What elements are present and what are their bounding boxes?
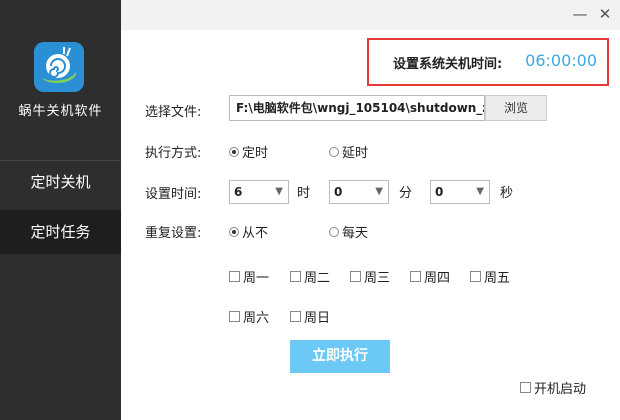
day-checkbox-tue[interactable]: 周二 <box>290 267 330 286</box>
day-label: 周四 <box>424 271 451 286</box>
day-label: 周五 <box>484 271 511 286</box>
repeat-label: 重复设置: <box>145 226 202 241</box>
hour-unit: 时 <box>297 186 311 201</box>
exec-mode-delay-radio[interactable]: 延时 <box>329 142 368 161</box>
radio-label: 每天 <box>342 226 369 241</box>
set-time-label: 设置时间: <box>145 187 202 202</box>
file-path-input[interactable]: F:\电脑软件包\wngj_105104\shutdown_zca <box>229 95 485 121</box>
day-label: 周一 <box>243 271 270 286</box>
checkbox-icon <box>470 271 481 282</box>
shutdown-time-value: 06:00:00 <box>525 51 597 70</box>
shutdown-time-panel: 设置系统关机时间: 06:00:00 <box>367 38 609 86</box>
radio-label: 从不 <box>242 226 269 241</box>
day-checkbox-sun[interactable]: 周日 <box>290 307 330 326</box>
second-unit: 秒 <box>500 186 514 201</box>
hour-value: 6 <box>234 185 243 199</box>
sidebar-item-timed-shutdown[interactable]: 定时关机 <box>0 160 121 204</box>
exec-mode-timed-radio[interactable]: 定时 <box>229 142 268 161</box>
repeat-never-radio[interactable]: 从不 <box>229 222 268 241</box>
chevron-down-icon: ▼ <box>375 186 383 197</box>
day-label: 周二 <box>304 271 331 286</box>
checkbox-icon <box>520 382 531 393</box>
minute-select[interactable]: 0 ▼ <box>329 180 389 204</box>
chevron-down-icon: ▼ <box>275 186 283 197</box>
checkbox-icon <box>290 271 301 282</box>
checkbox-icon <box>229 311 240 322</box>
app-title: 蜗牛关机软件 <box>18 104 103 119</box>
sidebar-item-timed-task[interactable]: 定时任务 <box>0 210 121 254</box>
day-checkbox-fri[interactable]: 周五 <box>470 267 510 286</box>
file-label: 选择文件: <box>145 105 202 120</box>
close-icon[interactable]: ✕ <box>594 4 616 24</box>
minute-unit: 分 <box>399 186 413 201</box>
minimize-icon[interactable]: — <box>569 4 591 24</box>
radio-unchecked-icon <box>329 226 339 237</box>
radio-label: 延时 <box>342 146 369 161</box>
radio-checked-icon <box>229 146 239 157</box>
day-label: 周日 <box>304 311 331 326</box>
startup-checkbox[interactable]: 开机启动 <box>520 378 586 397</box>
second-select[interactable]: 0 ▼ <box>430 180 490 204</box>
minute-value: 0 <box>334 185 343 199</box>
title-bar: — ✕ <box>121 0 620 30</box>
checkbox-icon <box>410 271 421 282</box>
execute-now-button[interactable]: 立即执行 <box>290 340 390 373</box>
day-checkbox-mon[interactable]: 周一 <box>229 267 269 286</box>
checkbox-icon <box>290 311 301 322</box>
second-value: 0 <box>435 185 444 199</box>
radio-checked-icon <box>229 226 239 237</box>
day-checkbox-thu[interactable]: 周四 <box>410 267 450 286</box>
day-label: 周六 <box>243 311 270 326</box>
radio-label: 定时 <box>242 146 269 161</box>
radio-unchecked-icon <box>329 146 339 157</box>
day-checkbox-sat[interactable]: 周六 <box>229 307 269 326</box>
sidebar: 蜗牛关机软件 定时关机 定时任务 <box>0 0 121 420</box>
checkbox-icon <box>350 271 361 282</box>
day-checkbox-wed[interactable]: 周三 <box>350 267 390 286</box>
browse-button[interactable]: 浏览 <box>485 95 547 121</box>
exec-mode-label: 执行方式: <box>145 146 202 161</box>
snail-logo-icon <box>34 42 84 92</box>
main-panel: — ✕ 设置系统关机时间: 06:00:00 选择文件: F:\电脑软件包\wn… <box>121 0 620 420</box>
repeat-daily-radio[interactable]: 每天 <box>329 222 368 241</box>
shutdown-time-label: 设置系统关机时间: <box>393 57 503 72</box>
checkbox-icon <box>229 271 240 282</box>
hour-select[interactable]: 6 ▼ <box>229 180 289 204</box>
chevron-down-icon: ▼ <box>476 186 484 197</box>
day-label: 周三 <box>364 271 391 286</box>
startup-label: 开机启动 <box>534 382 587 397</box>
